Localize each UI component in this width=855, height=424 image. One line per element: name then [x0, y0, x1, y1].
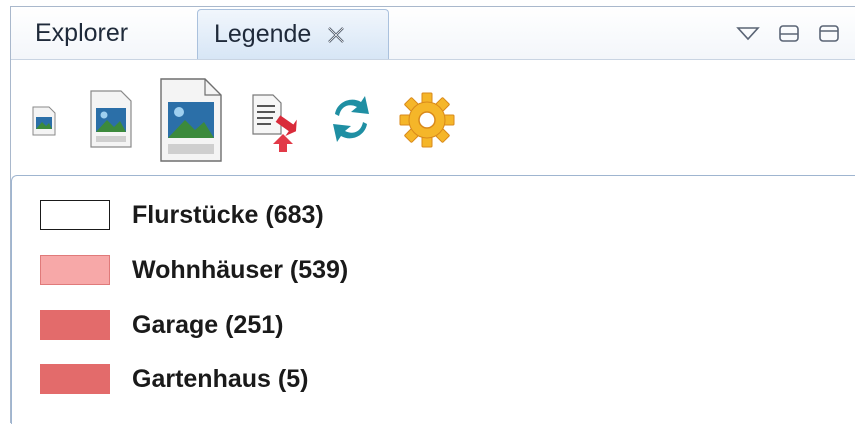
legend-item-label: Garage (251): [132, 310, 284, 339]
legend-item[interactable]: Wohnhäuser (539): [40, 254, 348, 286]
legend-item[interactable]: Gartenhaus (5): [40, 363, 308, 395]
tab-bar: Explorer Legende: [11, 7, 855, 60]
tab-explorer-label: Explorer: [35, 18, 129, 47]
small-image-icon[interactable]: [31, 106, 57, 141]
minimize-icon[interactable]: [777, 21, 801, 45]
legend-view-window: Explorer Legende Flurstücke (683) Wohnhä…: [10, 6, 855, 424]
refresh-icon[interactable]: [327, 90, 375, 153]
legend-swatch: [40, 310, 110, 340]
large-image-icon[interactable]: [159, 78, 223, 167]
legend-item-label: Gartenhaus (5): [132, 364, 309, 393]
legend-item-label: Wohnhäuser (539): [132, 255, 349, 284]
close-icon[interactable]: [325, 24, 347, 46]
legend-swatch: [40, 200, 110, 230]
legend-item-label: Flurstücke (683): [132, 200, 324, 229]
legend-swatch: [40, 255, 110, 285]
legend-list: Flurstücke (683) Wohnhäuser (539) Garage…: [11, 175, 855, 424]
export-document-icon[interactable]: [251, 94, 297, 157]
tab-legende-label: Legende: [214, 20, 312, 48]
legend-item[interactable]: Garage (251): [40, 309, 283, 341]
legend-toolbar: [11, 60, 855, 170]
maximize-icon[interactable]: [817, 21, 841, 45]
view-menu-icon[interactable]: [735, 21, 761, 45]
legend-item[interactable]: Flurstücke (683): [40, 199, 324, 231]
medium-image-icon[interactable]: [89, 90, 133, 153]
legend-swatch: [40, 364, 110, 394]
tab-explorer[interactable]: Explorer: [11, 7, 187, 59]
settings-gear-icon[interactable]: [397, 90, 457, 155]
tab-legende[interactable]: Legende: [197, 9, 389, 59]
